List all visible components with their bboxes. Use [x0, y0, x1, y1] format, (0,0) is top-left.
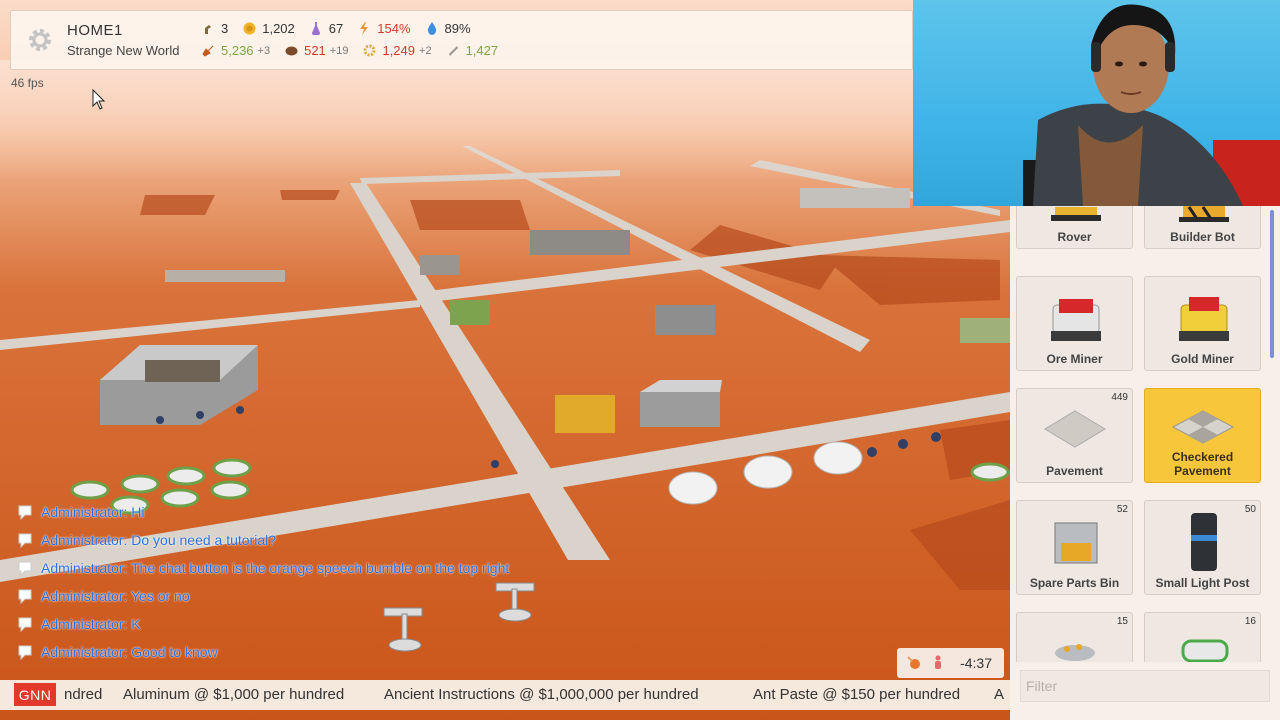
build-item-lamp-cluster[interactable]: 15 — [1016, 612, 1133, 662]
ticker-item: Ancient Instructions @ $1,000,000 per hu… — [384, 686, 699, 703]
item-label: Ore Miner — [1046, 352, 1103, 366]
item-label: Small Light Post — [1155, 576, 1250, 590]
item-label: Spare Parts Bin — [1029, 576, 1120, 590]
build-item-builder-bot[interactable]: Builder Bot — [1144, 206, 1261, 249]
parts-delta: +2 — [419, 44, 432, 57]
build-menu-panel: Rover Builder Bot Ore Miner Gold Miner 4… — [1010, 206, 1280, 720]
chat-text: Administrator: K — [41, 616, 141, 632]
build-item-spare-parts-bin[interactable]: 52 Spare Parts Bin — [1016, 500, 1133, 595]
colonist-icon — [201, 22, 215, 36]
ore-icon — [284, 44, 298, 58]
build-item-small-light-post[interactable]: 50 Small Light Post — [1144, 500, 1261, 595]
ticker-item: A — [994, 686, 1005, 703]
item-count: 50 — [1244, 504, 1256, 515]
fps-counter: 46 fps — [11, 76, 44, 90]
item-count: 16 — [1244, 616, 1256, 627]
water-drop-icon — [425, 22, 439, 36]
stone-value: 1,427 — [465, 43, 499, 58]
build-item-pipe-bundle[interactable]: 16 — [1144, 612, 1261, 662]
ticker-item: Ant Paste @ $150 per hundred — [753, 686, 961, 703]
stone-stat: 1,427 — [446, 43, 503, 58]
filter-input[interactable] — [1020, 670, 1270, 702]
build-item-ore-miner[interactable]: Ore Miner — [1016, 276, 1133, 371]
status-bar: HOME1 Strange New World 3 1,202 67 154% — [10, 10, 913, 70]
build-item-gold-miner[interactable]: Gold Miner — [1144, 276, 1261, 371]
item-label: Rover — [1057, 230, 1092, 244]
item-count: 52 — [1116, 504, 1128, 515]
power-stat: 154% — [357, 21, 411, 36]
coin-icon — [242, 22, 256, 36]
colonists-stat: 3 — [201, 21, 228, 36]
money-value: 1,202 — [262, 21, 295, 36]
chat-message: Administrator: Good to know — [16, 640, 218, 664]
build-item-pavement[interactable]: 449 Pavement — [1016, 388, 1133, 483]
item-count: 449 — [1111, 392, 1128, 403]
item-label: Checkered Pavement — [1171, 450, 1234, 478]
power-bolt-icon — [357, 22, 371, 36]
water-value: 89% — [444, 21, 471, 36]
stone-icon — [446, 44, 460, 58]
ore-delta: +19 — [329, 44, 349, 57]
resource-row-primary: 3 1,202 67 154% 89% — [201, 21, 485, 36]
research-flask-icon — [309, 22, 323, 36]
chat-bubble-icon — [18, 589, 32, 605]
news-ticker: GNN ndred Aluminum @ $1,000 per hundred … — [0, 680, 1010, 710]
item-count: 15 — [1116, 616, 1128, 627]
colonists-value: 3 — [221, 21, 229, 36]
chat-message: Administrator: Hi — [16, 500, 144, 524]
streamer-image — [1023, 4, 1280, 206]
research-stat: 67 — [309, 21, 343, 36]
chat-text: Administrator: Yes or no — [41, 588, 190, 604]
chat-bubble-icon — [18, 505, 32, 521]
chat-bubble-icon — [18, 533, 32, 549]
timer-value: -4:37 — [960, 655, 992, 671]
parts-stat: 1,249 +2 — [362, 43, 432, 58]
settings-gear-icon[interactable] — [25, 25, 55, 55]
ticker-item: ndred — [64, 686, 103, 703]
panel-scrollbar[interactable] — [1270, 210, 1274, 358]
item-label: Gold Miner — [1171, 352, 1234, 366]
planet-name: Strange New World — [67, 43, 180, 58]
chat-message: Administrator: K — [16, 612, 141, 636]
gear-part-icon — [362, 44, 376, 58]
build-item-checkered-pavement[interactable]: Checkered Pavement — [1144, 388, 1261, 483]
item-label: Builder Bot — [1170, 230, 1235, 244]
regolith-delta: +3 — [257, 44, 271, 57]
parts-value: 1,249 — [382, 43, 416, 58]
chat-text: Administrator: Good to know — [41, 644, 218, 660]
power-value: 154% — [377, 21, 411, 36]
chat-text: Administrator: Do you need a tutorial? — [41, 532, 277, 548]
water-stat: 89% — [425, 21, 471, 36]
regolith-stat: 5,236 +3 — [201, 43, 270, 58]
base-name: HOME1 — [67, 22, 123, 39]
chat-message: Administrator: Yes or no — [16, 584, 190, 608]
shovel-icon — [201, 44, 215, 58]
chat-text: Administrator: Hi — [41, 504, 145, 520]
chat-message: Administrator: Do you need a tutorial? — [16, 528, 276, 552]
webcam-overlay — [913, 0, 1280, 206]
ore-value: 521 — [304, 43, 326, 58]
build-item-rover[interactable]: Rover — [1016, 206, 1133, 249]
person-icon — [935, 655, 941, 669]
item-label: Pavement — [1046, 464, 1103, 478]
chat-text: Administrator: The chat button is the or… — [41, 560, 510, 576]
chat-bubble-icon — [18, 645, 32, 661]
event-timer: -4:37 — [897, 648, 1004, 678]
research-value: 67 — [328, 21, 344, 36]
chat-message: Administrator: The chat button is the or… — [16, 556, 509, 580]
ticker-item: Aluminum @ $1,000 per hundred — [123, 686, 345, 703]
resource-row-secondary: 5,236 +3 521 +19 1,249 +2 1,427 — [201, 43, 516, 58]
chat-bubble-icon — [18, 617, 32, 633]
gnn-badge: GNN — [14, 683, 56, 706]
money-stat: 1,202 — [242, 21, 295, 36]
regolith-value: 5,236 — [221, 43, 254, 58]
ore-stat: 521 +19 — [284, 43, 348, 58]
build-item-grid: Rover Builder Bot Ore Miner Gold Miner 4… — [1016, 206, 1266, 662]
meteor-icon — [907, 656, 920, 669]
chat-bubble-icon — [18, 561, 32, 577]
